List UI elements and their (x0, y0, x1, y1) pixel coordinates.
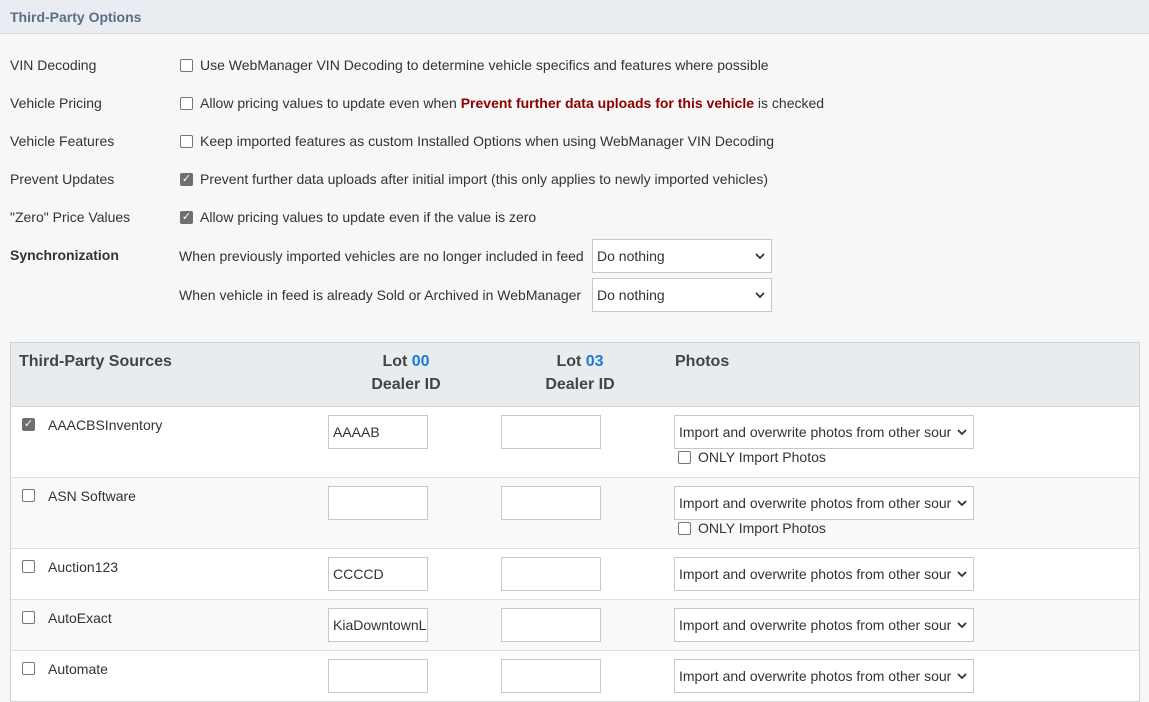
option-label: Vehicle Pricing (10, 95, 102, 111)
option-text: Prevent further data uploads after initi… (200, 171, 769, 187)
source-name: Automate (48, 661, 108, 677)
sync-row-missing: When previously imported vehicles are no… (179, 239, 772, 273)
photos-select[interactable]: Import and overwrite photos from other s… (674, 486, 974, 520)
sync-text: When vehicle in feed is already Sold or … (179, 287, 582, 303)
option-label: Vehicle Features (10, 133, 115, 149)
sync-missing-select[interactable]: Do nothing (592, 239, 772, 273)
table-header: Third-Party Sources Lot 00 Dealer ID Lot… (11, 343, 1139, 407)
lot-word: Lot (556, 353, 582, 370)
option-text-warning: Prevent further data uploads for this ve… (460, 95, 755, 111)
table-row: ✓ AAACBSInventory AAAAB Import and overw… (11, 407, 1139, 478)
select-value: Import and overwrite photos from other s… (679, 617, 952, 633)
photos-select[interactable]: Import and overwrite photos from other s… (674, 659, 974, 693)
option-label: VIN Decoding (10, 57, 97, 73)
col-header-photos: Photos (675, 353, 730, 370)
lot-03-dealer-id-input[interactable] (501, 557, 601, 591)
chevron-down-icon (957, 622, 967, 629)
chevron-down-icon (957, 673, 967, 680)
option-text-after: is checked (754, 95, 825, 111)
chevron-down-icon (755, 292, 765, 299)
source-checkbox[interactable] (22, 662, 35, 675)
only-import-photos-checkbox[interactable] (678, 521, 691, 535)
only-import-photos-option: ONLY Import Photos (678, 449, 826, 465)
select-value: Import and overwrite photos from other s… (679, 668, 952, 684)
source-checkbox[interactable] (22, 560, 35, 573)
table-row: AutoExact KiaDowntownL Import and overwr… (11, 600, 1139, 651)
option-label: "Zero" Price Values (10, 209, 131, 225)
option-text: Keep imported features as custom Install… (200, 133, 775, 149)
sync-text: When previously imported vehicles are no… (179, 248, 584, 264)
col-header-sources: Third-Party Sources (19, 353, 172, 370)
sync-row-sold: When vehicle in feed is already Sold or … (179, 278, 772, 312)
section-title: Third-Party Options (10, 8, 142, 25)
source-name: AutoExact (48, 610, 112, 626)
lot-00-dealer-id-input[interactable]: KiaDowntownL (328, 608, 428, 642)
table-row: ASN Software Import and overwrite photos… (11, 478, 1139, 549)
lot-number: 03 (585, 353, 604, 370)
select-value: Do nothing (597, 248, 665, 264)
lot-00-dealer-id-input[interactable] (328, 486, 428, 520)
zero-price-checkbox[interactable]: ✓ (180, 210, 193, 224)
dealer-id-label: Dealer ID (545, 376, 615, 393)
synchronization-label: Synchronization (10, 247, 119, 263)
source-name: ASN Software (48, 488, 136, 504)
table-row: Automate Import and overwrite photos fro… (11, 651, 1139, 701)
table-row: Auction123 CCCCD Import and overwrite ph… (11, 549, 1139, 600)
vin-decoding-checkbox[interactable] (180, 58, 193, 72)
vehicle-pricing-checkbox[interactable] (180, 96, 193, 110)
lot-03-dealer-id-input[interactable] (501, 659, 601, 693)
chevron-down-icon (957, 500, 967, 507)
section-header: Third-Party Options (0, 0, 1149, 34)
select-value: Import and overwrite photos from other s… (679, 424, 952, 440)
select-value: Import and overwrite photos from other s… (679, 495, 952, 511)
dealer-id-label: Dealer ID (371, 376, 441, 393)
lot-03-dealer-id-input[interactable] (501, 608, 601, 642)
option-text: Use WebManager VIN Decoding to determine… (200, 57, 769, 73)
only-import-photos-option: ONLY Import Photos (678, 520, 826, 536)
source-name: AAACBSInventory (48, 417, 163, 433)
chevron-down-icon (755, 253, 765, 260)
lot-03-dealer-id-input[interactable] (501, 415, 601, 449)
source-name: Auction123 (48, 559, 119, 575)
lot-word: Lot (382, 353, 408, 370)
third-party-sources-table: Third-Party Sources Lot 00 Dealer ID Lot… (10, 342, 1140, 702)
sync-sold-select[interactable]: Do nothing (592, 278, 772, 312)
option-text-before: Allow pricing values to update even when (200, 95, 461, 111)
only-import-photos-checkbox[interactable] (678, 450, 691, 464)
select-value: Import and overwrite photos from other s… (679, 566, 952, 582)
lot-number: 00 (411, 353, 430, 370)
vehicle-features-checkbox[interactable] (180, 134, 193, 148)
only-import-photos-label: ONLY Import Photos (698, 449, 826, 465)
lot-00-dealer-id-input[interactable]: CCCCD (328, 557, 428, 591)
lot-00-dealer-id-input[interactable]: AAAAB (328, 415, 428, 449)
photos-select[interactable]: Import and overwrite photos from other s… (674, 415, 974, 449)
option-label: Prevent Updates (10, 171, 115, 187)
select-value: Do nothing (597, 287, 665, 303)
option-text: Allow pricing values to update even if t… (200, 209, 537, 225)
lot-00-dealer-id-input[interactable] (328, 659, 428, 693)
only-import-photos-label: ONLY Import Photos (698, 520, 826, 536)
source-checkbox[interactable] (22, 489, 35, 502)
source-checkbox[interactable] (22, 611, 35, 624)
col-header-lot-00: Lot 00 Dealer ID (328, 350, 484, 396)
photos-select[interactable]: Import and overwrite photos from other s… (674, 557, 974, 591)
prevent-updates-checkbox[interactable]: ✓ (180, 172, 193, 186)
source-checkbox[interactable]: ✓ (22, 418, 35, 431)
chevron-down-icon (957, 571, 967, 578)
col-header-lot-03: Lot 03 Dealer ID (502, 350, 658, 396)
chevron-down-icon (957, 429, 967, 436)
photos-select[interactable]: Import and overwrite photos from other s… (674, 608, 974, 642)
lot-03-dealer-id-input[interactable] (501, 486, 601, 520)
